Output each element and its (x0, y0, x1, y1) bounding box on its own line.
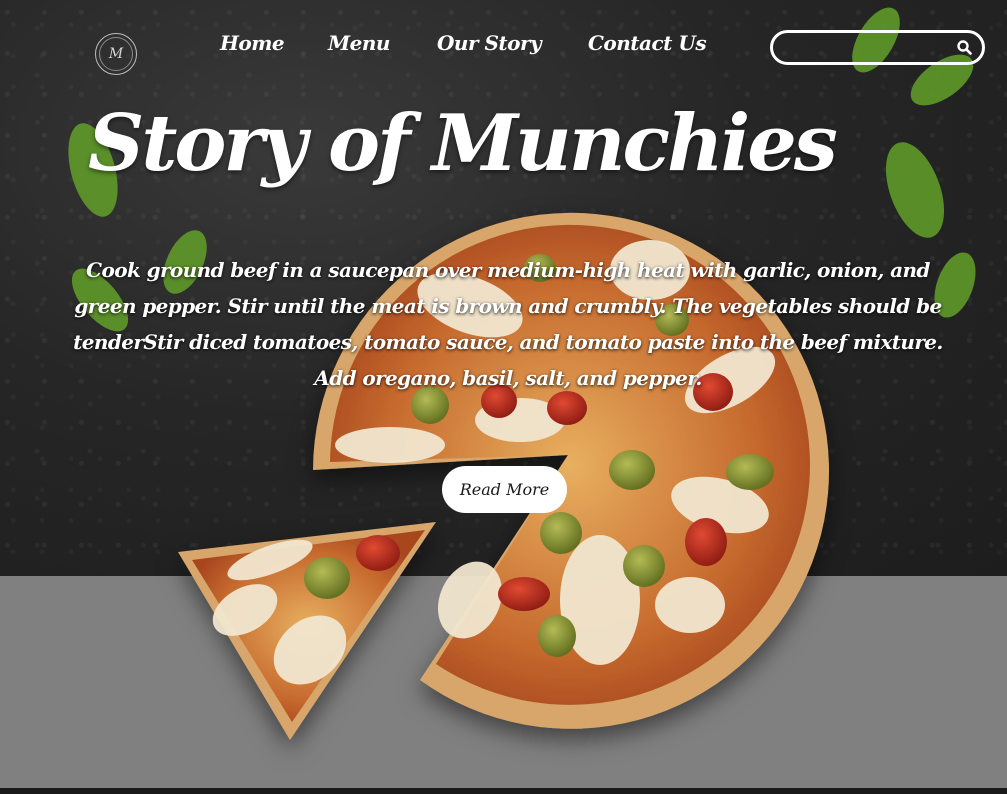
page-title: Story of Munchies (88, 98, 838, 189)
hero-description: Cook ground beef in a saucepan over medi… (73, 258, 943, 390)
nav-menu-link[interactable]: Menu (328, 31, 390, 55)
nav-home-link[interactable]: Home (220, 31, 285, 55)
read-more-button[interactable]: Read More (442, 466, 567, 513)
search-icon[interactable] (957, 40, 972, 55)
nav-contact-us-link[interactable]: Contact Us (588, 31, 707, 55)
search-input[interactable] (785, 37, 959, 61)
brand-logo[interactable]: M (95, 33, 137, 75)
nav-our-story-link[interactable]: Our Story (437, 31, 542, 55)
logo-initial: M (99, 37, 133, 71)
search-box (770, 30, 985, 65)
